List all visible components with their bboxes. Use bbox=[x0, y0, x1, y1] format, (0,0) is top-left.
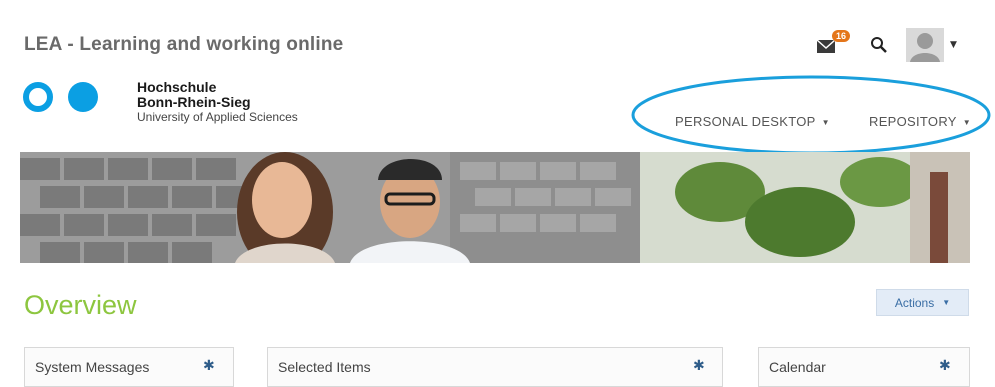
gear-icon[interactable]: ✱ bbox=[939, 358, 951, 374]
panel-system-messages: System Messages ✱ bbox=[24, 347, 234, 387]
logo-line-1: Hochschule bbox=[137, 79, 217, 95]
logo-line-2: Bonn-Rhein-Sieg bbox=[137, 94, 251, 110]
app-title[interactable]: LEA - Learning and working online bbox=[24, 34, 343, 56]
avatar[interactable] bbox=[906, 28, 944, 62]
gear-icon[interactable]: ✱ bbox=[203, 358, 215, 374]
logo-line-3: University of Applied Sciences bbox=[137, 110, 298, 124]
page-title: Overview bbox=[24, 290, 137, 320]
banner-photo bbox=[20, 152, 970, 263]
search-icon[interactable] bbox=[870, 36, 888, 54]
actions-button-label: Actions bbox=[894, 295, 935, 310]
actions-button[interactable]: Actions ▼ bbox=[876, 289, 969, 316]
header-banner-image bbox=[20, 152, 970, 263]
chevron-down-icon[interactable]: ▼ bbox=[950, 40, 957, 50]
chevron-down-icon: ▼ bbox=[942, 298, 951, 307]
logo: Hochschule Bonn-Rhein-Sieg University of… bbox=[137, 79, 298, 125]
panel-calendar: Calendar ✱ bbox=[758, 347, 970, 387]
panel-title: Calendar bbox=[769, 359, 826, 375]
top-header: LEA - Learning and working online 16 ▼ H… bbox=[0, 0, 995, 155]
panel-title: Selected Items bbox=[278, 359, 371, 375]
logo-mark bbox=[23, 82, 98, 112]
highlight-ellipse bbox=[631, 75, 991, 155]
gear-icon[interactable]: ✱ bbox=[693, 358, 705, 374]
mail-count-badge: 16 bbox=[832, 30, 851, 42]
panel-selected-items: Selected Items ✱ bbox=[267, 347, 723, 387]
panel-title: System Messages bbox=[35, 359, 150, 375]
